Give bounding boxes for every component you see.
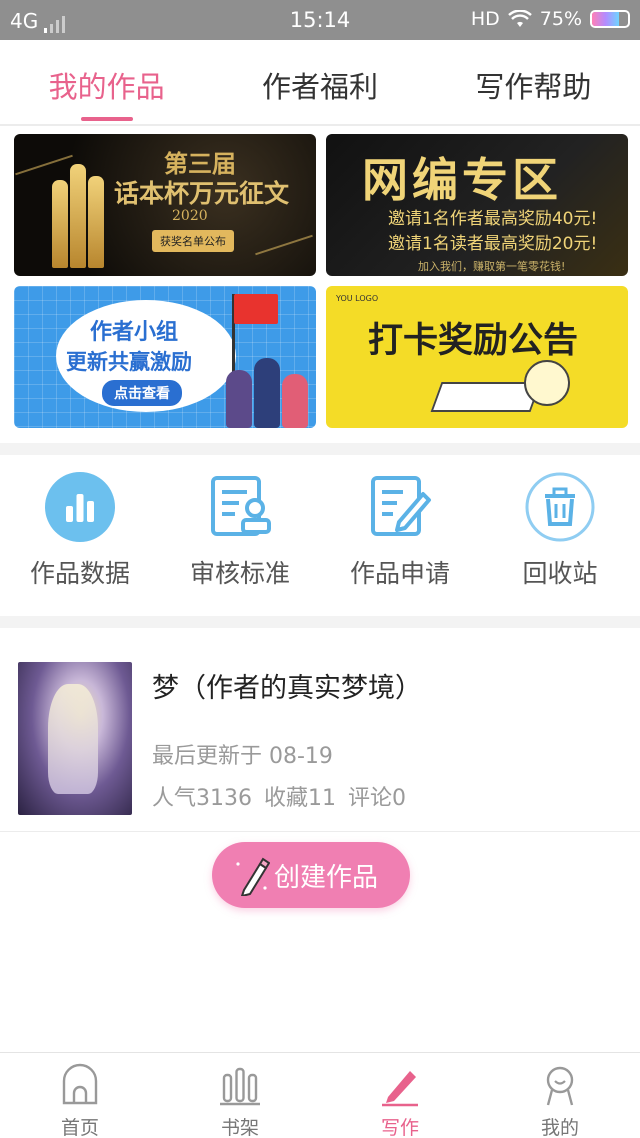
tool-label: 回收站 <box>522 559 598 588</box>
tool-work-application[interactable]: 作品申请 <box>320 458 480 616</box>
work-favorites: 收藏11 <box>264 786 336 811</box>
tool-work-data[interactable]: 作品数据 <box>0 458 160 616</box>
create-work-label: 创建作品 <box>274 862 379 893</box>
tool-label: 作品数据 <box>29 559 130 588</box>
contest-year: 2020 <box>172 208 208 224</box>
banner-editor-zone[interactable]: 网编专区 邀请1名作者最高奖励40元! 邀请1名读者最高奖励20元! 加入我们，… <box>326 134 628 276</box>
work-comments: 评论0 <box>348 786 406 811</box>
red-flag-icon <box>234 294 278 324</box>
editor-zone-line2: 邀请1名读者最高奖励20元! <box>388 234 598 254</box>
banner-contest[interactable]: 第三届 话本杯万元征文 2020 获奖名单公布 <box>14 134 316 276</box>
section-divider <box>0 443 640 455</box>
nav-label: 首页 <box>60 1117 99 1138</box>
status-bar: 4G 15:14 HD 75% <box>0 0 640 40</box>
work-stats: 人气3136 收藏11 评论0 <box>152 780 406 812</box>
edit-doc-icon <box>365 472 435 542</box>
section-divider <box>0 616 640 628</box>
battery-percent: 75% <box>539 8 582 30</box>
work-item[interactable]: 梦（作者的真实梦境） 最后更新于 08-19 人气3136 收藏11 评论0 <box>0 640 640 832</box>
bookshelf-icon <box>220 1067 260 1106</box>
profile-icon <box>546 1066 574 1106</box>
tool-label: 审核标准 <box>189 559 290 588</box>
banner-author-group[interactable]: 作者小组 更新共赢激励 点击查看 <box>14 286 316 428</box>
work-updated: 最后更新于 08-19 <box>152 744 333 769</box>
work-cover-image <box>18 662 132 815</box>
checkin-logo: YOU LOGO <box>336 294 379 303</box>
contest-line2: 话本杯万元征文 <box>114 179 290 208</box>
top-tabs: 我的作品 作者福利 写作帮助 <box>0 40 640 126</box>
banner-checkin[interactable]: YOU LOGO 打卡奖励公告 <box>326 286 628 428</box>
tool-label: 作品申请 <box>349 559 450 588</box>
hd-indicator: HD <box>470 8 500 30</box>
tab-my-works[interactable]: 我的作品 <box>0 40 213 124</box>
pencil-icon <box>236 857 270 896</box>
nav-write[interactable]: 写作 <box>320 1053 480 1138</box>
author-group-line2: 更新共赢激励 <box>66 350 192 374</box>
nav-label: 书架 <box>220 1117 259 1138</box>
author-group-line1: 作者小组 <box>90 320 179 345</box>
editor-zone-title: 网编专区 <box>362 153 562 207</box>
tool-recycle-bin[interactable]: 回收站 <box>480 458 640 616</box>
checkin-title: 打卡奖励公告 <box>368 321 579 361</box>
nav-profile[interactable]: 我的 <box>480 1053 640 1138</box>
banner-grid: 第三届 话本杯万元征文 2020 获奖名单公布 网编专区 邀请1名作者最高奖励4… <box>14 134 628 430</box>
editor-zone-line1: 邀请1名作者最高奖励40元! <box>388 209 598 229</box>
pencil-icon <box>382 1071 418 1107</box>
contest-button: 获奖名单公布 <box>152 230 234 252</box>
wifi-icon <box>507 10 532 27</box>
tool-review-standards[interactable]: 审核标准 <box>160 458 320 616</box>
nav-bookshelf[interactable]: 书架 <box>160 1053 320 1138</box>
work-popularity: 人气3136 <box>152 786 252 811</box>
review-doc-icon <box>205 472 275 542</box>
bar-chart-icon <box>45 472 115 542</box>
battery-icon <box>590 10 630 28</box>
author-group-button: 点击查看 <box>102 380 182 406</box>
bottom-nav: 首页 书架 写作 我的 <box>0 1052 640 1138</box>
home-icon <box>62 1063 98 1105</box>
create-work-button[interactable]: 创建作品 <box>212 842 410 908</box>
work-title: 梦（作者的真实梦境） <box>152 673 422 704</box>
nav-label: 写作 <box>380 1117 419 1138</box>
nav-label: 我的 <box>540 1117 579 1138</box>
editor-zone-footer: 加入我们，赚取第一笔零花钱! <box>418 260 566 273</box>
trash-icon <box>525 472 595 542</box>
tool-row: 作品数据 审核标准 作品申请 回收站 <box>0 458 640 616</box>
nav-home[interactable]: 首页 <box>0 1053 160 1138</box>
globe-illustration <box>524 360 570 406</box>
tab-author-benefits[interactable]: 作者福利 <box>213 40 426 124</box>
tab-writing-help[interactable]: 写作帮助 <box>427 40 640 124</box>
